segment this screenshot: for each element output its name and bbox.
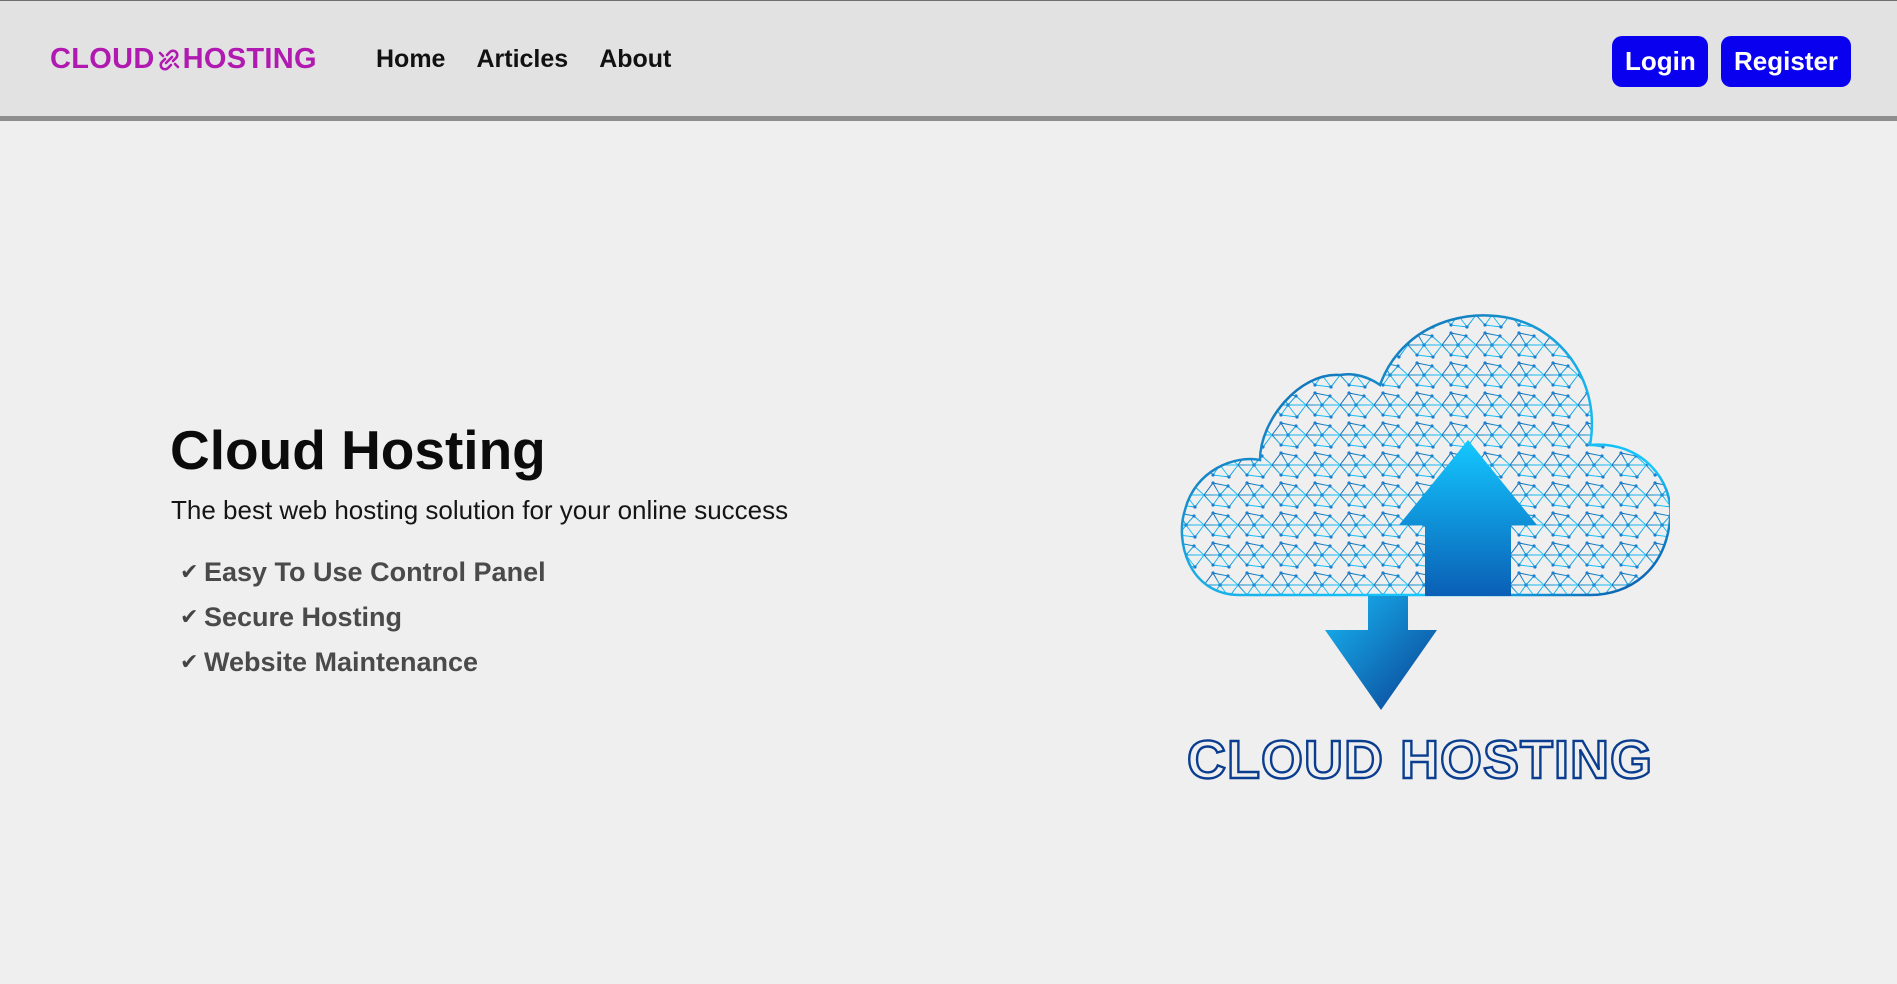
feature-item: ✔ Website Maintenance: [180, 640, 788, 685]
hero-title: Cloud Hosting: [170, 419, 546, 481]
feature-label: Secure Hosting: [204, 601, 403, 632]
illustration-caption: CLOUD HOSTING: [1187, 730, 1653, 790]
check-icon: ✔: [180, 604, 199, 629]
download-arrow-icon: [1325, 596, 1437, 710]
nav-articles-link[interactable]: Articles: [476, 45, 568, 74]
brand-logo[interactable]: CLOUD HOSTING: [50, 43, 317, 76]
cloud-hosting-illustration: CLOUD HOSTING: [1180, 314, 1670, 791]
feature-item: ✔ Easy To Use Control Panel: [180, 550, 788, 595]
cloud-icon: [1181, 315, 1670, 595]
main-nav: Home Articles About: [376, 45, 671, 74]
check-icon: ✔: [180, 559, 199, 584]
navbar: CLOUD HOSTING Home Articles About Login …: [0, 0, 1897, 121]
nav-home-link[interactable]: Home: [376, 45, 445, 74]
feature-list: ✔ Easy To Use Control Panel ✔ Secure Hos…: [180, 550, 788, 685]
brand-name-right: HOSTING: [182, 43, 317, 75]
hero-subtitle: The best web hosting solution for your o…: [171, 494, 789, 525]
login-button[interactable]: Login: [1612, 36, 1708, 87]
register-button[interactable]: Register: [1721, 36, 1851, 87]
feature-item: ✔ Secure Hosting: [180, 595, 788, 640]
check-icon: ✔: [180, 649, 199, 674]
nav-about-link[interactable]: About: [599, 45, 671, 74]
brand-name-left: CLOUD: [50, 43, 155, 75]
auth-buttons: Login Register: [1612, 36, 1851, 87]
link-icon: [158, 48, 179, 71]
feature-label: Easy To Use Control Panel: [204, 556, 546, 587]
feature-label: Website Maintenance: [204, 646, 479, 677]
hero-section: Cloud Hosting The best web hosting solut…: [170, 420, 788, 685]
